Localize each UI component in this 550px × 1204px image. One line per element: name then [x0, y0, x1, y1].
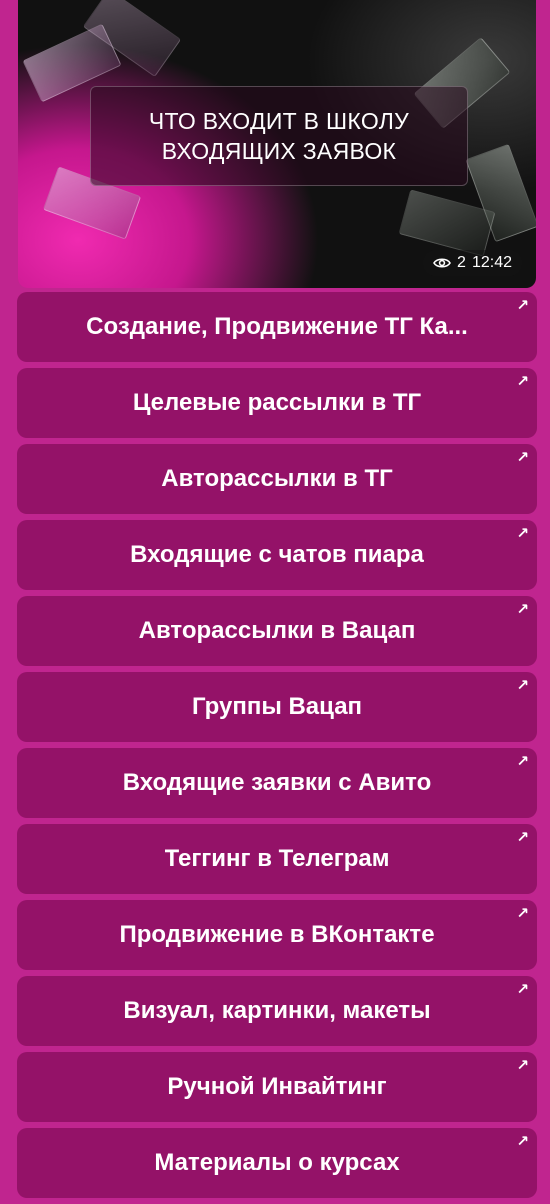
external-link-icon: ↗ — [516, 373, 529, 390]
hero-title-box: ЧТО ВХОДИТ В ШКОЛУ ВХОДЯЩИХ ЗАЯВОК — [90, 86, 468, 186]
menu-button-whatsapp-groups[interactable]: Группы Вацап ↗ — [17, 672, 537, 742]
menu-button-auto-mailings-tg[interactable]: Авторассылки в ТГ ↗ — [17, 444, 537, 514]
external-link-icon: ↗ — [516, 753, 529, 770]
menu-button-telegram-tagging[interactable]: Теггинг в Телеграм ↗ — [17, 824, 537, 894]
menu-button-label: Целевые рассылки в ТГ — [132, 389, 422, 416]
menu-button-targeted-mailings-tg[interactable]: Целевые рассылки в ТГ ↗ — [17, 368, 537, 438]
external-link-icon: ↗ — [516, 677, 529, 694]
menu-button-label: Ручной Инвайтинг — [167, 1073, 387, 1100]
inline-button-list: Создание, Продвижение ТГ Ка... ↗ Целевые… — [17, 292, 537, 1204]
external-link-icon: ↗ — [516, 1133, 529, 1150]
menu-button-pr-chats[interactable]: Входящие с чатов пиара ↗ — [17, 520, 537, 590]
external-link-icon: ↗ — [516, 297, 529, 314]
menu-button-label: Входящие с чатов пиара — [130, 541, 424, 568]
menu-button-auto-mailings-whatsapp[interactable]: Авторассылки в Вацап ↗ — [17, 596, 537, 666]
external-link-icon: ↗ — [516, 1057, 529, 1074]
menu-button-label: Группы Вацап — [191, 693, 363, 720]
menu-button-label: Материалы о курсах — [154, 1149, 400, 1176]
menu-button-label: Продвижение в ВКонтакте — [119, 921, 435, 948]
menu-button-course-materials[interactable]: Материалы о курсах ↗ — [17, 1128, 537, 1198]
menu-button-create-promote-tg[interactable]: Создание, Продвижение ТГ Ка... ↗ — [17, 292, 537, 362]
menu-button-visuals[interactable]: Визуал, картинки, макеты ↗ — [17, 976, 537, 1046]
view-count: 2 — [457, 254, 466, 271]
menu-button-label: Авторассылки в Вацап — [138, 617, 416, 644]
menu-button-label: Визуал, картинки, макеты — [123, 997, 431, 1024]
eye-icon — [433, 257, 451, 269]
menu-button-vk-promotion[interactable]: Продвижение в ВКонтакте ↗ — [17, 900, 537, 970]
view-count-badge: 2 12:42 — [423, 250, 522, 276]
menu-button-label: Авторассылки в ТГ — [161, 465, 393, 492]
menu-button-manual-inviting[interactable]: Ручной Инвайтинг ↗ — [17, 1052, 537, 1122]
external-link-icon: ↗ — [516, 905, 529, 922]
hero-title: ЧТО ВХОДИТ В ШКОЛУ ВХОДЯЩИХ ЗАЯВОК — [148, 108, 410, 164]
external-link-icon: ↗ — [516, 449, 529, 466]
post-time: 12:42 — [471, 254, 512, 271]
menu-button-label: Создание, Продвижение ТГ Ка... — [86, 313, 468, 340]
external-link-icon: ↗ — [516, 829, 529, 846]
external-link-icon: ↗ — [516, 525, 529, 542]
menu-button-label: Входящие заявки с Авито — [122, 769, 432, 796]
menu-button-label: Теггинг в Телеграм — [164, 845, 390, 872]
menu-button-avito-leads[interactable]: Входящие заявки с Авито ↗ — [17, 748, 537, 818]
external-link-icon: ↗ — [516, 981, 529, 998]
post-image[interactable]: ЧТО ВХОДИТ В ШКОЛУ ВХОДЯЩИХ ЗАЯВОК 2 12:… — [18, 0, 536, 288]
external-link-icon: ↗ — [516, 601, 529, 618]
